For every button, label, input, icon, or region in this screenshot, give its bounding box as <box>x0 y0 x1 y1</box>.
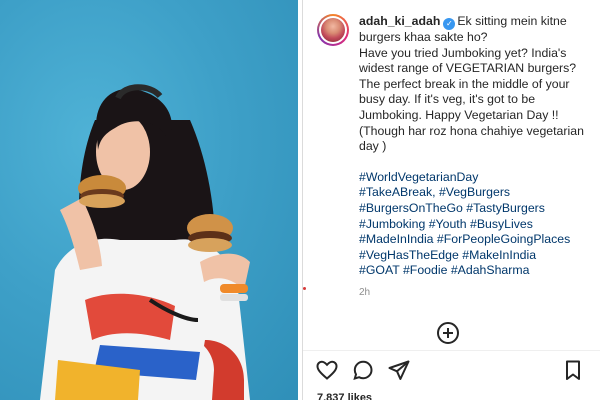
post-caption: adah_ki_adah ✓ Ek sitting mein kitne burge… <box>359 14 589 301</box>
send-icon[interactable] <box>387 358 411 382</box>
caption-line: Have you tried Jumboking yet? India's wi… <box>359 45 584 154</box>
post-photo[interactable] <box>0 0 302 400</box>
hashtag[interactable]: #Jumboking #Youth #BusyLives <box>359 217 589 233</box>
post-actions <box>303 352 600 388</box>
username[interactable]: adah_ki_adah <box>359 14 440 28</box>
indicator-dot <box>303 287 306 290</box>
avatar-image <box>321 18 345 42</box>
add-comment-icon[interactable] <box>437 322 459 344</box>
avatar[interactable] <box>317 14 349 46</box>
likes-count[interactable]: 7,837 likes <box>317 392 372 400</box>
post-details-panel: adah_ki_adah ✓ Ek sitting mein kitne burge… <box>302 0 600 400</box>
hashtag[interactable]: #VegHasTheEdge #MakeInIndia <box>359 248 589 264</box>
heart-icon[interactable] <box>315 358 339 382</box>
hashtag[interactable]: #TakeABreak, #VegBurgers <box>359 185 589 201</box>
divider <box>303 350 600 351</box>
hashtag[interactable]: #GOAT #Foodie #AdahSharma <box>359 263 589 279</box>
verified-badge-icon: ✓ <box>443 18 456 30</box>
hashtag[interactable]: #WorldVegetarianDay <box>359 170 589 186</box>
post-time: 2h <box>359 286 371 298</box>
comment-icon[interactable] <box>351 358 375 382</box>
bookmark-icon[interactable] <box>561 358 585 382</box>
hashtag[interactable]: #BurgersOnTheGo #TastyBurgers <box>359 201 589 217</box>
person-illustration <box>40 84 250 400</box>
hashtag[interactable]: #MadeInIndia #ForPeopleGoingPlaces <box>359 232 589 248</box>
